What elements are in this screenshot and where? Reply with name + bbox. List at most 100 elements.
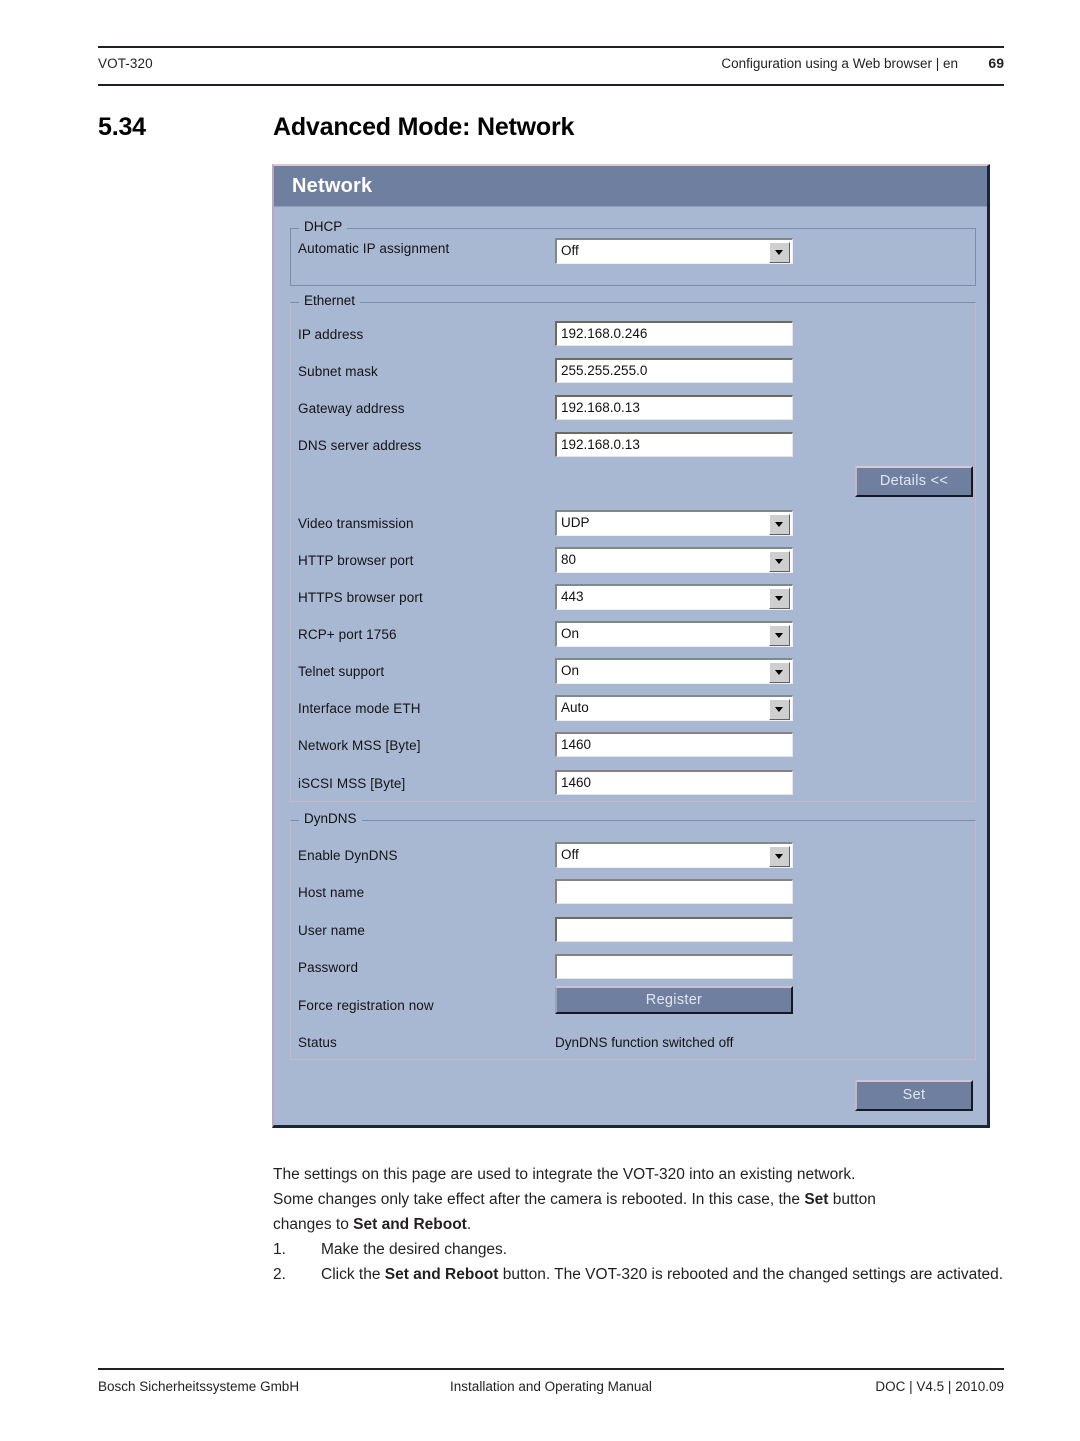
group-ethernet-legend: Ethernet <box>299 294 361 308</box>
chevron-down-icon[interactable] <box>769 662 790 683</box>
select-https-browser-port-value: 443 <box>561 589 584 604</box>
label-status: Status <box>298 1035 337 1050</box>
select-http-browser-port-value: 80 <box>561 552 577 567</box>
label-telnet-support: Telnet support <box>298 664 385 679</box>
body-paragraph-2-bold: Set <box>804 1191 829 1208</box>
body-paragraph-3: changes to Set and Reboot. <box>273 1212 1011 1237</box>
network-settings-screenshot: Network DHCP Automatic IP assignment Off… <box>272 164 990 1128</box>
input-iscsi-mss-value: 1460 <box>561 775 592 790</box>
label-password: Password <box>298 960 359 975</box>
page-footer: Bosch Sicherheitssysteme GmbH Installati… <box>98 1368 1004 1400</box>
list-item: 2. Click the Set and Reboot button. The … <box>273 1262 1011 1287</box>
label-https-browser-port: HTTPS browser port <box>298 590 423 605</box>
label-user-name: User name <box>298 923 365 938</box>
select-enable-dyndns-value: Off <box>561 847 579 862</box>
page-header: VOT-320 Configuration using a Web browse… <box>98 46 1004 86</box>
input-gateway-address-value: 192.168.0.13 <box>561 400 640 415</box>
header-chapter-title: Configuration using a Web browser | en <box>721 56 958 71</box>
list-item-text: Make the desired changes. <box>321 1241 508 1258</box>
label-video-transmission: Video transmission <box>298 516 414 531</box>
chevron-down-icon[interactable] <box>769 242 790 263</box>
input-host-name[interactable] <box>555 879 793 904</box>
label-http-browser-port: HTTP browser port <box>298 553 414 568</box>
chevron-down-icon[interactable] <box>769 588 790 609</box>
input-subnet-mask-value: 255.255.255.0 <box>561 363 648 378</box>
network-panel: Network DHCP Automatic IP assignment Off… <box>274 166 987 1125</box>
list-item-bold: Set and Reboot <box>384 1266 499 1283</box>
input-ip-address-value: 192.168.0.246 <box>561 326 648 341</box>
select-automatic-ip-assignment-value: Off <box>561 243 579 258</box>
section-number: 5.34 <box>98 113 146 141</box>
register-button[interactable]: Register <box>555 986 793 1014</box>
select-interface-mode-eth-value: Auto <box>561 700 589 715</box>
select-https-browser-port[interactable]: 443 <box>555 584 793 610</box>
label-rcp-port-1756: RCP+ port 1756 <box>298 627 397 642</box>
select-telnet-support[interactable]: On <box>555 658 793 684</box>
input-subnet-mask[interactable]: 255.255.255.0 <box>555 358 793 383</box>
footer-doc-version: DOC | V4.5 | 2010.09 <box>875 1379 1004 1394</box>
list-item: 1. Make the desired changes. <box>273 1237 1011 1262</box>
select-automatic-ip-assignment[interactable]: Off <box>555 238 793 264</box>
label-subnet-mask: Subnet mask <box>298 364 378 379</box>
label-network-mss: Network MSS [Byte] <box>298 738 421 753</box>
body-paragraph-3-bold: Set and Reboot <box>353 1216 467 1233</box>
label-gateway-address: Gateway address <box>298 401 405 416</box>
body-description: The settings on this page are used to in… <box>273 1162 1011 1237</box>
group-dyndns-legend: DynDNS <box>299 812 362 826</box>
status-badge: DynDNS function switched off <box>555 1035 734 1050</box>
panel-title: Network <box>292 175 373 197</box>
group-dhcp-legend: DHCP <box>299 220 348 234</box>
details-button[interactable]: Details << <box>855 466 973 497</box>
label-enable-dyndns: Enable DynDNS <box>298 848 398 863</box>
list-item-suffix: button. The VOT-320 is rebooted and the … <box>498 1266 1004 1283</box>
header-product-name: VOT-320 <box>98 56 153 71</box>
body-paragraph-2-a: Some changes only take effect after the … <box>273 1191 805 1208</box>
input-gateway-address[interactable]: 192.168.0.13 <box>555 395 793 420</box>
select-http-browser-port[interactable]: 80 <box>555 547 793 573</box>
select-enable-dyndns[interactable]: Off <box>555 842 793 868</box>
input-ip-address[interactable]: 192.168.0.246 <box>555 321 793 346</box>
label-automatic-ip-assignment: Automatic IP assignment <box>298 241 450 256</box>
chevron-down-icon[interactable] <box>769 846 790 867</box>
header-page-number: 69 <box>988 55 1004 71</box>
body-paragraph-2-b: button <box>828 1191 876 1208</box>
input-dns-server-address-value: 192.168.0.13 <box>561 437 640 452</box>
label-dns-server-address: DNS server address <box>298 438 422 453</box>
input-user-name[interactable] <box>555 917 793 942</box>
input-password[interactable] <box>555 954 793 979</box>
body-paragraph-2: Some changes only take effect after the … <box>273 1187 1011 1212</box>
body-paragraph-3-b: . <box>466 1216 472 1233</box>
footer-rule <box>98 1368 1004 1370</box>
instruction-list: 1. Make the desired changes. 2. Click th… <box>273 1237 1011 1287</box>
list-item-number: 2. <box>273 1266 286 1283</box>
header-rule-top <box>98 46 1004 48</box>
select-video-transmission-value: UDP <box>561 515 590 530</box>
input-dns-server-address[interactable]: 192.168.0.13 <box>555 432 793 457</box>
select-video-transmission[interactable]: UDP <box>555 510 793 536</box>
chevron-down-icon[interactable] <box>769 514 790 535</box>
footer-manual-title: Installation and Operating Manual <box>450 1379 652 1394</box>
chevron-down-icon[interactable] <box>769 699 790 720</box>
chevron-down-icon[interactable] <box>769 625 790 646</box>
header-rule-bottom <box>98 84 1004 86</box>
page-title: Advanced Mode: Network <box>273 113 575 141</box>
body-paragraph-1: The settings on this page are used to in… <box>273 1166 856 1183</box>
list-item-prefix: Click the <box>321 1266 385 1283</box>
input-network-mss-value: 1460 <box>561 737 592 752</box>
input-network-mss[interactable]: 1460 <box>555 732 793 757</box>
set-button[interactable]: Set <box>855 1080 973 1111</box>
select-rcp-port-1756[interactable]: On <box>555 621 793 647</box>
panel-title-bar: Network <box>274 166 987 207</box>
label-iscsi-mss: iSCSI MSS [Byte] <box>298 776 406 791</box>
select-telnet-support-value: On <box>561 663 580 678</box>
list-item-number: 1. <box>273 1241 286 1258</box>
label-ip-address: IP address <box>298 327 364 342</box>
label-host-name: Host name <box>298 885 365 900</box>
label-force-registration-now: Force registration now <box>298 998 434 1013</box>
input-iscsi-mss[interactable]: 1460 <box>555 770 793 795</box>
select-rcp-port-1756-value: On <box>561 626 580 641</box>
body-paragraph-3-a: changes to <box>273 1216 354 1233</box>
chevron-down-icon[interactable] <box>769 551 790 572</box>
select-interface-mode-eth[interactable]: Auto <box>555 695 793 721</box>
label-interface-mode-eth: Interface mode ETH <box>298 701 421 716</box>
